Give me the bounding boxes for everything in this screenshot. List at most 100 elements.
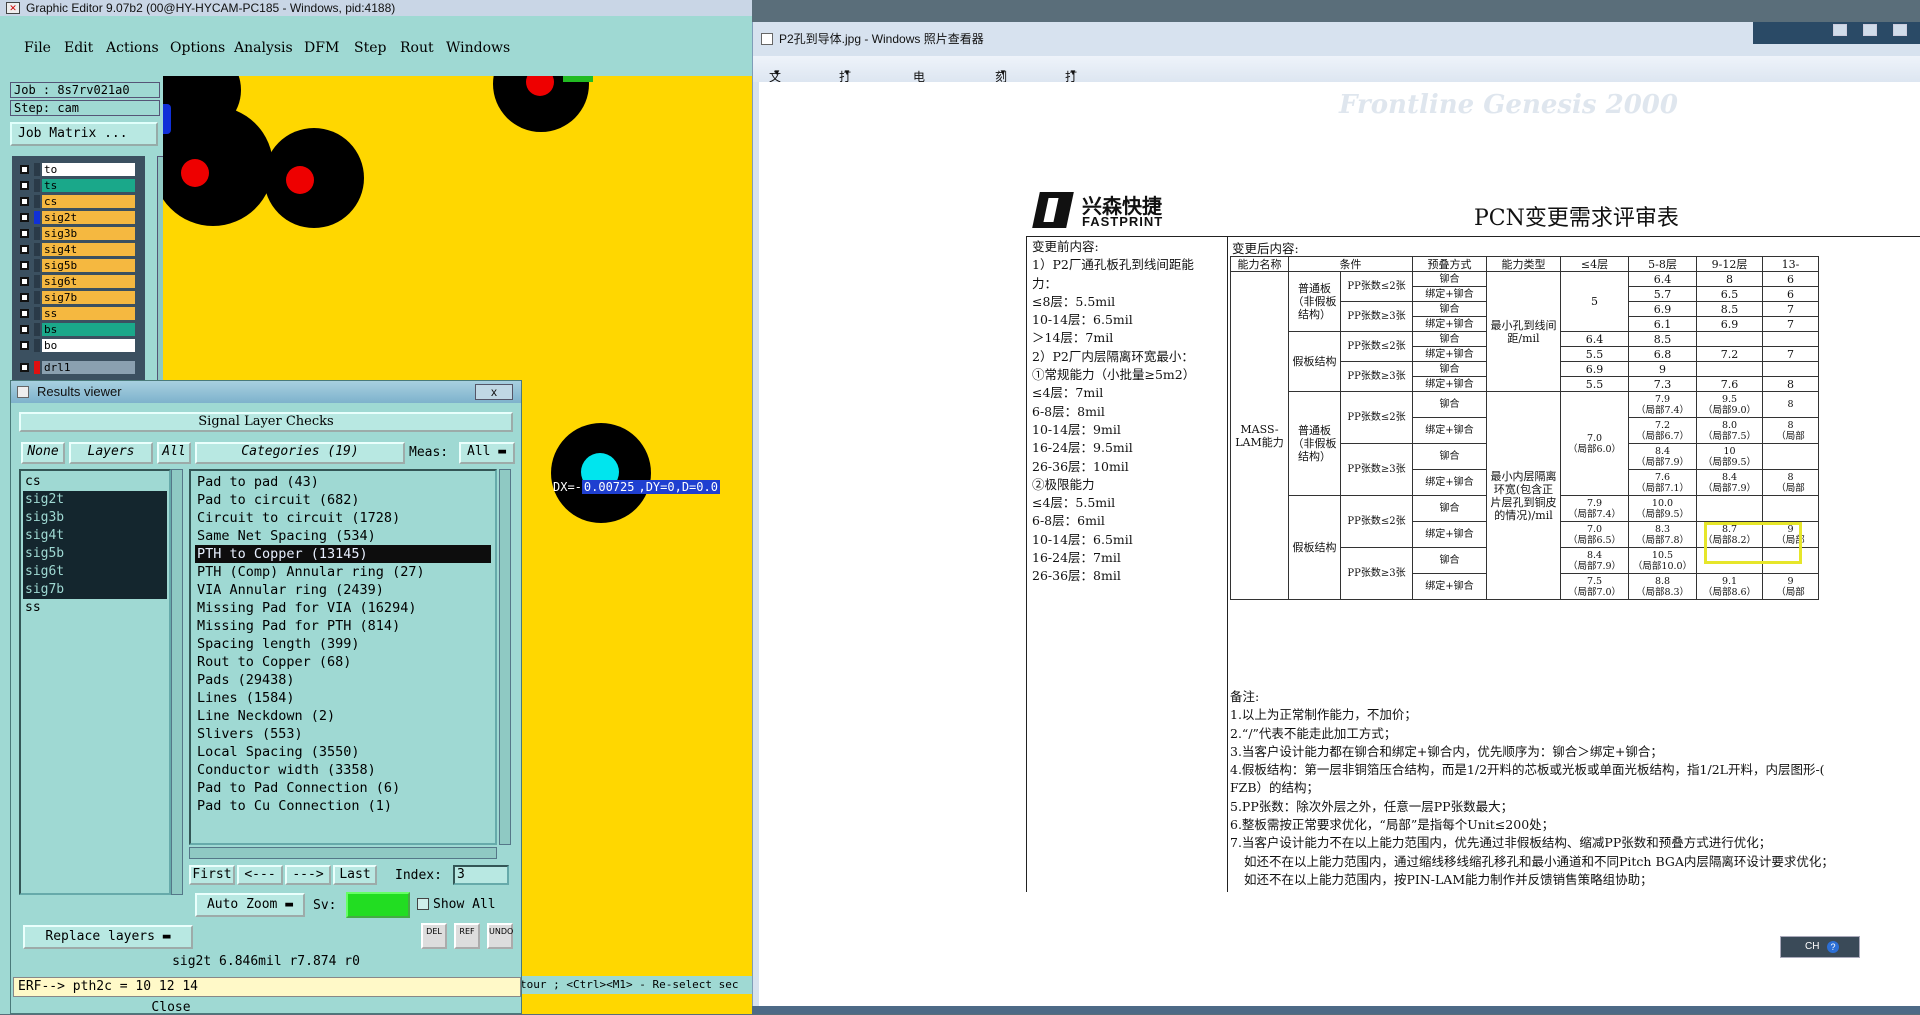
- menu-step[interactable]: Step: [354, 40, 386, 56]
- category-item[interactable]: Pad to Cu Connection (1): [195, 797, 491, 815]
- layer-checkbox[interactable]: [20, 363, 29, 372]
- layer-checkbox[interactable]: [20, 181, 29, 190]
- layer-row[interactable]: bs: [16, 322, 145, 338]
- layer-row[interactable]: bo: [16, 338, 145, 354]
- menu-windows[interactable]: Windows: [446, 40, 510, 56]
- before-line: ①常规能力（小批量≥5m2）: [1032, 367, 1196, 383]
- none-button[interactable]: None: [21, 442, 65, 464]
- menu-rout[interactable]: Rout: [400, 40, 434, 56]
- layer-checkbox[interactable]: [20, 325, 29, 334]
- layer-row[interactable]: sig6t: [16, 274, 145, 290]
- layer-checkbox[interactable]: [20, 229, 29, 238]
- category-item[interactable]: Same Net Spacing (534): [195, 527, 491, 545]
- categories-button[interactable]: Categories (19): [195, 442, 405, 464]
- category-item[interactable]: Pad to Pad Connection (6): [195, 779, 491, 797]
- layer-row[interactable]: ss: [16, 306, 145, 322]
- category-item[interactable]: Line Neckdown (2): [195, 707, 491, 725]
- show-all-checkbox[interactable]: [417, 898, 429, 910]
- layer-row[interactable]: sig3b: [16, 226, 145, 242]
- list-item[interactable]: sig6t: [23, 563, 167, 581]
- list-item[interactable]: cs: [23, 473, 167, 491]
- layer-checkbox[interactable]: [20, 309, 29, 318]
- graphic-editor-titlebar[interactable]: ✕ Graphic Editor 9.07b2 (00@HY-HYCAM-PC1…: [0, 0, 752, 16]
- table-cell: 绑定+铆合: [1412, 346, 1487, 362]
- close-button[interactable]: Close: [71, 1001, 271, 1015]
- sv-color-select[interactable]: [346, 892, 410, 918]
- minimize-icon[interactable]: [1833, 24, 1847, 36]
- category-item[interactable]: Slivers (553): [195, 725, 491, 743]
- layer-color-swatch: [34, 291, 40, 304]
- list-item[interactable]: sig2t: [23, 491, 167, 509]
- layer-row[interactable]: cs: [16, 194, 145, 210]
- category-item-selected[interactable]: PTH to Copper (13145): [195, 545, 491, 563]
- category-item[interactable]: VIA Annular ring (2439): [195, 581, 491, 599]
- category-item[interactable]: Missing Pad for VIA (16294): [195, 599, 491, 617]
- category-item[interactable]: Pad to circuit (682): [195, 491, 491, 509]
- category-item[interactable]: Conductor width (3358): [195, 761, 491, 779]
- menu-analysis[interactable]: Analysis: [234, 40, 293, 56]
- last-button[interactable]: Last: [333, 865, 377, 885]
- layer-row[interactable]: sig7b: [16, 290, 145, 306]
- category-item[interactable]: Spacing length (399): [195, 635, 491, 653]
- menu-actions[interactable]: Actions: [106, 40, 159, 56]
- layer-checkbox[interactable]: [20, 341, 29, 350]
- menu-options[interactable]: Options: [170, 40, 225, 56]
- category-item[interactable]: Local Spacing (3550): [195, 743, 491, 761]
- menu-dfm[interactable]: DFM: [304, 40, 339, 56]
- layer-list-scrollbar[interactable]: [171, 469, 183, 895]
- prev-button[interactable]: <---: [237, 865, 283, 885]
- cell-value: 8: [1787, 471, 1794, 483]
- category-item[interactable]: Lines (1584): [195, 689, 491, 707]
- menu-file[interactable]: File: [24, 40, 51, 56]
- category-hscrollbar[interactable]: [189, 847, 497, 859]
- layer-checkbox[interactable]: [20, 293, 29, 302]
- category-item[interactable]: Pads (29438): [195, 671, 491, 689]
- menu-edit[interactable]: Edit: [64, 40, 93, 56]
- delete-icon[interactable]: DEL: [421, 923, 447, 949]
- replace-layers-select[interactable]: Replace layers ▬: [23, 925, 193, 949]
- category-item[interactable]: Circuit to circuit (1728): [195, 509, 491, 527]
- list-item[interactable]: sig3b: [23, 509, 167, 527]
- category-item[interactable]: Missing Pad for PTH (814): [195, 617, 491, 635]
- layer-row[interactable]: to: [16, 162, 145, 178]
- maximize-icon[interactable]: [1863, 24, 1877, 36]
- all-button[interactable]: All: [157, 442, 191, 464]
- list-item[interactable]: ss: [23, 599, 167, 617]
- list-item[interactable]: sig7b: [23, 581, 167, 599]
- list-item[interactable]: sig5b: [23, 545, 167, 563]
- category-scrollbar[interactable]: [499, 469, 511, 845]
- layer-row[interactable]: sig4t: [16, 242, 145, 258]
- first-button[interactable]: First: [189, 865, 235, 885]
- meas-select[interactable]: All ▬: [459, 442, 515, 464]
- layer-checkbox[interactable]: [20, 213, 29, 222]
- job-matrix-button[interactable]: Job Matrix ...: [10, 122, 158, 146]
- layer-row[interactable]: drl1: [16, 360, 145, 376]
- close-icon[interactable]: [1893, 24, 1907, 36]
- measure-dx-value: 0.00725: [581, 480, 637, 494]
- layer-checkbox[interactable]: [20, 261, 29, 270]
- reference-icon[interactable]: REF: [454, 923, 480, 949]
- photo-viewer-titlebar[interactable]: P2孔到导体.jpg - Windows 照片查看器: [753, 22, 1920, 56]
- undo-icon[interactable]: UNDO: [487, 923, 513, 949]
- results-viewer-titlebar[interactable]: Results viewer x: [11, 381, 521, 403]
- layer-checkbox[interactable]: [20, 197, 29, 206]
- layers-button[interactable]: Layers: [69, 442, 153, 464]
- layer-checkbox[interactable]: [20, 165, 29, 174]
- category-item[interactable]: PTH (Comp) Annular ring (27): [195, 563, 491, 581]
- language-bar[interactable]: CH ?: [1780, 936, 1860, 958]
- next-button[interactable]: --->: [285, 865, 331, 885]
- hint-bar: tour ; <Ctrl><M1> - Re-select sec: [520, 976, 752, 994]
- layer-row[interactable]: ts: [16, 178, 145, 194]
- category-item[interactable]: Pad to pad (43): [195, 473, 491, 491]
- layer-checkbox[interactable]: [20, 245, 29, 254]
- close-icon[interactable]: x: [475, 384, 513, 400]
- list-item[interactable]: sig4t: [23, 527, 167, 545]
- category-item[interactable]: Rout to Copper (68): [195, 653, 491, 671]
- cell-value: 7.6: [1654, 471, 1671, 483]
- layer-row[interactable]: sig2t: [16, 210, 145, 226]
- layer-checkbox[interactable]: [20, 277, 29, 286]
- layer-row[interactable]: sig5b: [16, 258, 145, 274]
- auto-zoom-select[interactable]: Auto Zoom ▬: [195, 893, 305, 917]
- before-line: 26-36层：10mil: [1032, 458, 1129, 474]
- index-input[interactable]: 3: [453, 865, 509, 885]
